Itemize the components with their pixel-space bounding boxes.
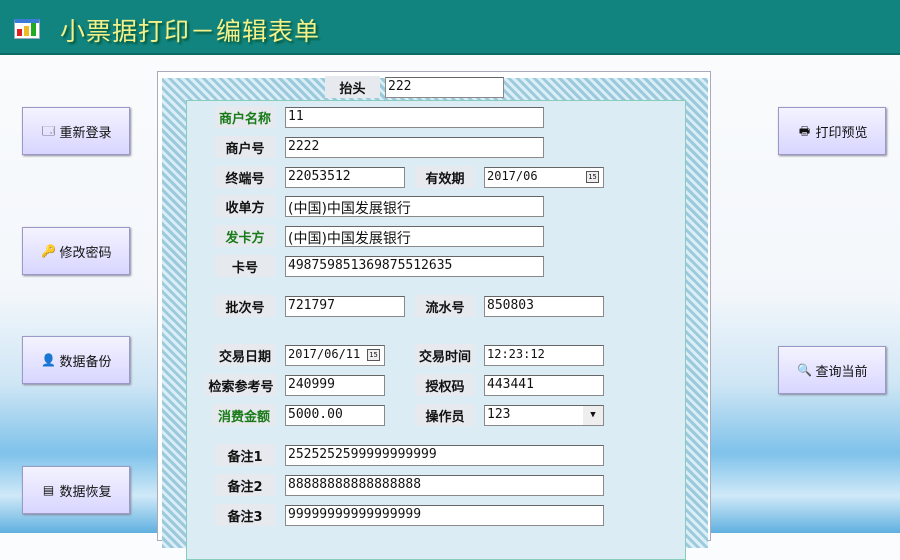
backup-icon: 👤 (41, 353, 56, 367)
calendar-icon[interactable]: 15 (586, 171, 599, 183)
auth-input[interactable]: 443441 (484, 375, 604, 396)
time-input[interactable]: 12:23:12 (484, 345, 604, 366)
restore-button[interactable]: ▤ 数据恢复 (22, 466, 130, 514)
button-label: 重新登录 (59, 125, 112, 141)
change-password-button[interactable]: 🔑 修改密码 (22, 227, 130, 275)
relogin-icon: 🗔 (41, 124, 55, 138)
expiry-date-picker[interactable]: 2017/06 15 (484, 167, 604, 188)
operator-value: 123 (487, 407, 511, 422)
button-label: 数据恢复 (59, 484, 112, 500)
print-preview-button[interactable]: 🖶 打印预览 (778, 107, 886, 155)
header-label: 抬头 (325, 76, 380, 98)
note2-label: 备注2 (215, 474, 275, 496)
amount-input[interactable]: 5000.00 (285, 405, 385, 426)
date-picker[interactable]: 2017/06/11 15 (285, 345, 385, 366)
header-input[interactable]: 222 (385, 77, 504, 98)
operator-label: 操作员 (415, 404, 475, 426)
chevron-down-icon[interactable]: ▼ (583, 406, 603, 425)
note1-input[interactable]: 2525252599999999999 (285, 445, 604, 466)
card-label: 卡号 (215, 255, 275, 277)
title-bar: 小票据打印－编辑表单 (0, 0, 900, 55)
note3-label: 备注3 (215, 504, 275, 526)
merchant-no-input[interactable]: 2222 (285, 137, 544, 158)
issuer-label: 发卡方 (215, 225, 275, 247)
merchant-name-input[interactable]: 11 (285, 107, 544, 128)
relogin-button[interactable]: 🗔 重新登录 (22, 107, 130, 155)
button-label: 查询当前 (815, 364, 868, 380)
operator-select[interactable]: 123 ▼ (484, 405, 604, 426)
note1-label: 备注1 (215, 444, 275, 466)
key-icon: 🔑 (41, 244, 56, 258)
ref-input[interactable]: 240999 (285, 375, 385, 396)
page-title: 小票据打印－编辑表单 (60, 17, 321, 46)
printer-icon: 🖶 (798, 124, 811, 138)
button-label: 数据备份 (59, 354, 112, 370)
note3-input[interactable]: 99999999999999999 (285, 505, 604, 526)
expiry-label: 有效期 (415, 166, 475, 188)
backup-button[interactable]: 👤 数据备份 (22, 336, 130, 384)
card-input[interactable]: 498759851369875512635 (285, 256, 544, 277)
merchant-name-label: 商户名称 (215, 106, 275, 128)
acquirer-input[interactable]: (中国)中国发展银行 (285, 196, 544, 217)
button-label: 打印预览 (815, 125, 868, 141)
batch-input[interactable]: 721797 (285, 296, 405, 317)
calendar-icon[interactable]: 15 (367, 349, 380, 361)
terminal-label: 终端号 (215, 166, 275, 188)
amount-label: 消费金额 (212, 404, 276, 426)
date-value: 2017/06/11 (288, 347, 361, 361)
time-label: 交易时间 (415, 344, 475, 366)
issuer-input[interactable]: (中国)中国发展银行 (285, 226, 544, 247)
auth-label: 授权码 (415, 374, 475, 396)
ref-label: 检索参考号 (205, 374, 277, 396)
button-label: 修改密码 (59, 245, 112, 261)
app-chart-icon (14, 19, 40, 39)
terminal-input[interactable]: 22053512 (285, 167, 405, 188)
merchant-no-label: 商户号 (215, 136, 275, 158)
magnifier-icon: 🔍 (797, 363, 812, 377)
restore-icon: ▤ (42, 483, 55, 497)
serial-input[interactable]: 850803 (484, 296, 604, 317)
query-current-button[interactable]: 🔍 查询当前 (778, 346, 886, 394)
batch-label: 批次号 (215, 295, 275, 317)
acquirer-label: 收单方 (215, 195, 275, 217)
expiry-value: 2017/06 (487, 169, 538, 183)
date-label: 交易日期 (215, 344, 275, 366)
serial-label: 流水号 (415, 295, 475, 317)
note2-input[interactable]: 88888888888888888 (285, 475, 604, 496)
